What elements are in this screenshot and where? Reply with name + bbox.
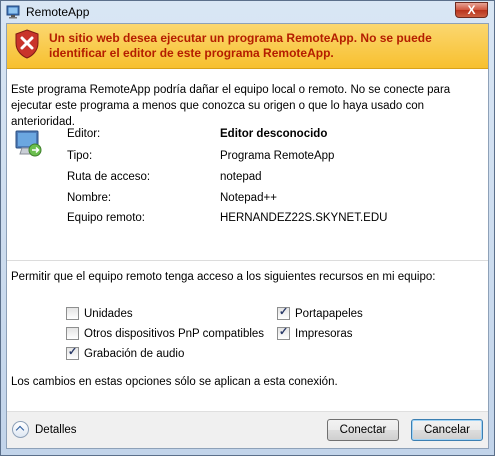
pnp-devices-checkbox-box[interactable] bbox=[66, 327, 79, 340]
remote-computer-icon bbox=[15, 130, 42, 157]
security-description: Este programa RemoteApp podría dañar el … bbox=[11, 84, 451, 128]
shield-warning-icon bbox=[15, 29, 39, 59]
chevron-up-icon[interactable] bbox=[12, 421, 29, 438]
publisher-value: Editor desconocido bbox=[220, 128, 328, 140]
type-value: Programa RemoteApp bbox=[220, 150, 335, 162]
audio-recording-checkbox[interactable]: Grabación de audio bbox=[66, 345, 185, 360]
remote-computer-value: HERNANDEZ22S.SKYNET.EDU bbox=[220, 212, 388, 224]
publisher-label: Editor: bbox=[67, 128, 101, 140]
type-label: Tipo: bbox=[67, 150, 93, 162]
audio-recording-checkbox-box[interactable] bbox=[66, 345, 79, 360]
cancel-button[interactable]: Cancelar bbox=[411, 419, 483, 441]
name-value: Notepad++ bbox=[220, 192, 277, 204]
printers-label: Impresoras bbox=[295, 327, 353, 340]
remoteapp-icon bbox=[6, 5, 20, 19]
drives-label: Unidades bbox=[84, 307, 133, 320]
clipboard-label: Portapapeles bbox=[295, 307, 363, 320]
pnp-devices-checkbox[interactable]: Otros dispositivos PnP compatibles bbox=[66, 327, 264, 340]
path-value: notepad bbox=[220, 171, 262, 183]
details-label[interactable]: Detalles bbox=[35, 424, 77, 436]
pnp-devices-label: Otros dispositivos PnP compatibles bbox=[84, 327, 265, 340]
connect-button[interactable]: Conectar bbox=[327, 419, 399, 441]
warning-banner: Un sitio web desea ejecutar un programa … bbox=[7, 24, 488, 69]
printers-checkbox-box[interactable] bbox=[277, 325, 290, 340]
window-title: RemoteApp bbox=[26, 5, 90, 19]
close-button[interactable]: X bbox=[455, 2, 488, 18]
audio-recording-label: Grabación de audio bbox=[84, 347, 185, 360]
path-label: Ruta de acceso: bbox=[67, 171, 151, 183]
name-label: Nombre: bbox=[67, 192, 112, 204]
clipboard-checkbox-box[interactable] bbox=[277, 305, 290, 320]
warning-message: Un sitio web desea ejecutar un programa … bbox=[49, 31, 432, 60]
title-bar: RemoteApp X bbox=[1, 1, 494, 23]
permissions-intro: Permitir que el equipo remoto tenga acce… bbox=[11, 271, 436, 283]
remoteapp-dialog: RemoteApp X Un sitio web desea ejecutar … bbox=[0, 0, 495, 456]
drives-checkbox[interactable]: Unidades bbox=[66, 307, 133, 320]
dialog-content: Un sitio web desea ejecutar un programa … bbox=[6, 23, 489, 449]
options-note: Los cambios en estas opciones sólo se ap… bbox=[11, 376, 338, 388]
printers-checkbox[interactable]: Impresoras bbox=[277, 325, 353, 340]
drives-checkbox-box[interactable] bbox=[66, 307, 79, 320]
clipboard-checkbox[interactable]: Portapapeles bbox=[277, 305, 363, 320]
remote-computer-label: Equipo remoto: bbox=[67, 212, 145, 224]
dialog-footer: Detalles Conectar Cancelar bbox=[7, 411, 488, 448]
details-toggle[interactable]: Detalles bbox=[12, 421, 77, 438]
